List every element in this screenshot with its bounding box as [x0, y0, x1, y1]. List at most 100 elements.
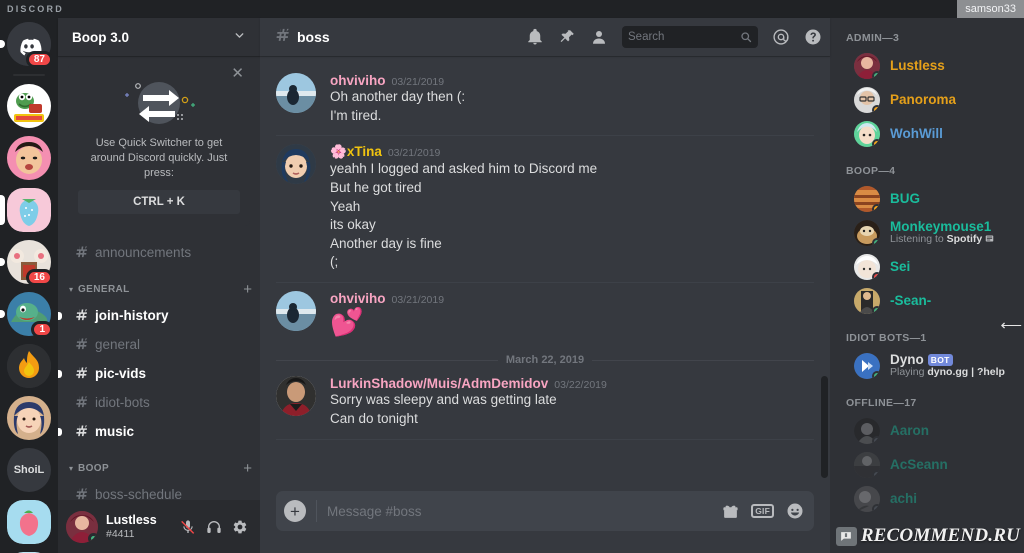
avatar[interactable] — [854, 52, 880, 79]
message-input[interactable]: Message #boss — [327, 504, 712, 519]
status-badge — [872, 138, 880, 147]
message-text: Can do tonight — [330, 411, 418, 427]
channel-pic-vids[interactable]: pic-vids — [58, 360, 252, 388]
mouse-cursor: ⟵ — [1000, 317, 1022, 334]
channel-name: general — [95, 337, 141, 353]
channel-announcements[interactable]: announcements — [66, 239, 252, 267]
server-icon-guild-girl[interactable] — [7, 396, 51, 440]
message-scrollbar[interactable] — [821, 60, 828, 487]
member-meta: Aaron — [890, 423, 929, 438]
member-Dyno[interactable]: Dyno BOT Playing dyno.gg | ?help — [838, 349, 1016, 382]
member-achi[interactable]: achi — [838, 482, 1016, 515]
avatar[interactable] — [854, 86, 880, 113]
server-icon-guild-face[interactable] — [7, 136, 51, 180]
server-icon-guild-fire[interactable] — [7, 344, 51, 388]
server-icon-guild-pepe[interactable] — [7, 84, 51, 128]
member-AcSeann[interactable]: AcSeann — [838, 448, 1016, 481]
bell-icon[interactable] — [526, 28, 544, 46]
pin-icon[interactable] — [558, 28, 576, 46]
search-input[interactable] — [628, 31, 736, 43]
avatar[interactable] — [854, 451, 880, 478]
server-avatar[interactable]: ShoiL — [7, 448, 51, 492]
channel-join-history[interactable]: join-history — [58, 302, 252, 330]
add-attachment-icon[interactable]: + — [284, 500, 306, 522]
member-name: Dyno BOT — [890, 352, 1005, 367]
channel-idiot-bots[interactable]: idiot-bots — [66, 389, 252, 417]
avatar[interactable] — [854, 219, 880, 246]
member-Lustless[interactable]: Lustless — [838, 49, 1016, 82]
members-icon[interactable] — [590, 28, 608, 46]
member-BUG[interactable]: BUG — [838, 182, 1016, 215]
channel-general[interactable]: general — [66, 331, 252, 359]
unread-indicator — [58, 427, 62, 436]
category-toggle[interactable]: ▾ BOOP — [66, 463, 109, 474]
avatar[interactable] — [66, 510, 98, 543]
member--Sean-[interactable]: -Sean- — [838, 284, 1016, 317]
category-general[interactable]: ▾ GENERAL + — [58, 268, 260, 301]
avatar[interactable] — [276, 73, 316, 113]
server-avatar[interactable] — [7, 500, 51, 544]
server-icon-guild-peach[interactable] — [7, 500, 51, 544]
message-text: I'm tired. — [330, 107, 382, 123]
server-icon-guild-strawberry[interactable] — [0, 188, 51, 232]
scrollbar-thumb[interactable] — [821, 375, 828, 479]
avatar[interactable] — [276, 144, 316, 185]
guild-header-dropdown[interactable]: Boop 3.0 — [58, 18, 260, 56]
avatar[interactable] — [276, 376, 316, 417]
avatar[interactable] — [854, 417, 880, 444]
member-activity: Playing dyno.gg | ?help — [890, 367, 1005, 379]
member-WohWill[interactable]: WohWill — [838, 117, 1016, 150]
avatar[interactable] — [854, 352, 880, 379]
composer-area: + Message #boss GIF — [260, 491, 830, 553]
member-name: Sei — [890, 258, 911, 274]
server-icon-guild-bear[interactable]: 16 — [0, 240, 53, 286]
message-text: Sorry was sleepy and was getting late — [330, 392, 557, 408]
message-author[interactable]: ohviviho — [330, 73, 386, 88]
member-Sei[interactable]: Sei — [838, 250, 1016, 283]
channel-name: pic-vids — [95, 366, 147, 382]
category-boop[interactable]: ▾ BOOP + — [58, 447, 260, 480]
member-group-header: OFFLINE—17 — [846, 397, 917, 409]
member-Aaron[interactable]: Aaron — [838, 414, 1016, 447]
create-channel-icon[interactable]: + — [243, 282, 252, 297]
gif-button[interactable]: GIF — [751, 503, 774, 519]
member-name: BUG — [890, 190, 920, 206]
avatar[interactable] — [854, 287, 880, 314]
message-composer[interactable]: + Message #boss GIF — [276, 491, 814, 531]
category-toggle[interactable]: ▾ GENERAL — [66, 284, 130, 295]
emoji-icon[interactable] — [786, 502, 804, 520]
headphones-icon[interactable] — [206, 519, 222, 535]
member-Monkeymouse1[interactable]: Monkeymouse1 Listening to Spotify — [838, 216, 1016, 249]
avatar[interactable] — [854, 253, 880, 280]
quick-switcher-shortcut[interactable]: CTRL + K — [78, 189, 240, 214]
message: LurkinShadow/Muis/AdmDemidov 03/22/2019 So… — [260, 368, 830, 430]
message-text: (; — [330, 254, 339, 270]
mentions-icon[interactable] — [772, 28, 790, 46]
server-avatar[interactable] — [7, 344, 51, 388]
message-author[interactable]: LurkinShadow/Muis/AdmDemidov — [330, 376, 548, 391]
server-icon-discord-home[interactable]: 87 — [0, 22, 53, 68]
avatar[interactable] — [854, 185, 880, 212]
gear-icon[interactable] — [232, 519, 248, 535]
avatar[interactable] — [854, 485, 880, 512]
server-icon-guild-shoil[interactable]: ShoiL — [7, 448, 51, 492]
channel-music[interactable]: music — [58, 418, 252, 446]
member-name: achi — [890, 490, 918, 506]
search-box[interactable] — [622, 26, 758, 48]
server-icon-guild-dino[interactable]: 1 — [0, 292, 53, 338]
member-group-header: IDIOT BOTS—1 — [846, 332, 927, 344]
microphone-muted-icon[interactable] — [180, 519, 196, 535]
message-author[interactable]: ohviviho — [330, 291, 386, 306]
server-avatar[interactable] — [7, 84, 51, 128]
server-avatar[interactable] — [7, 188, 51, 232]
server-avatar[interactable] — [7, 136, 51, 180]
create-channel-icon[interactable]: + — [243, 461, 252, 476]
message-author[interactable]: 🌸xTina — [330, 144, 382, 160]
help-icon[interactable] — [804, 28, 822, 46]
member-Panoroma[interactable]: Panoroma — [838, 83, 1016, 116]
avatar[interactable] — [854, 120, 880, 147]
avatar[interactable] — [276, 291, 316, 331]
gift-icon[interactable] — [722, 503, 739, 520]
member-meta: AcSeann — [890, 457, 948, 472]
server-avatar[interactable] — [7, 396, 51, 440]
